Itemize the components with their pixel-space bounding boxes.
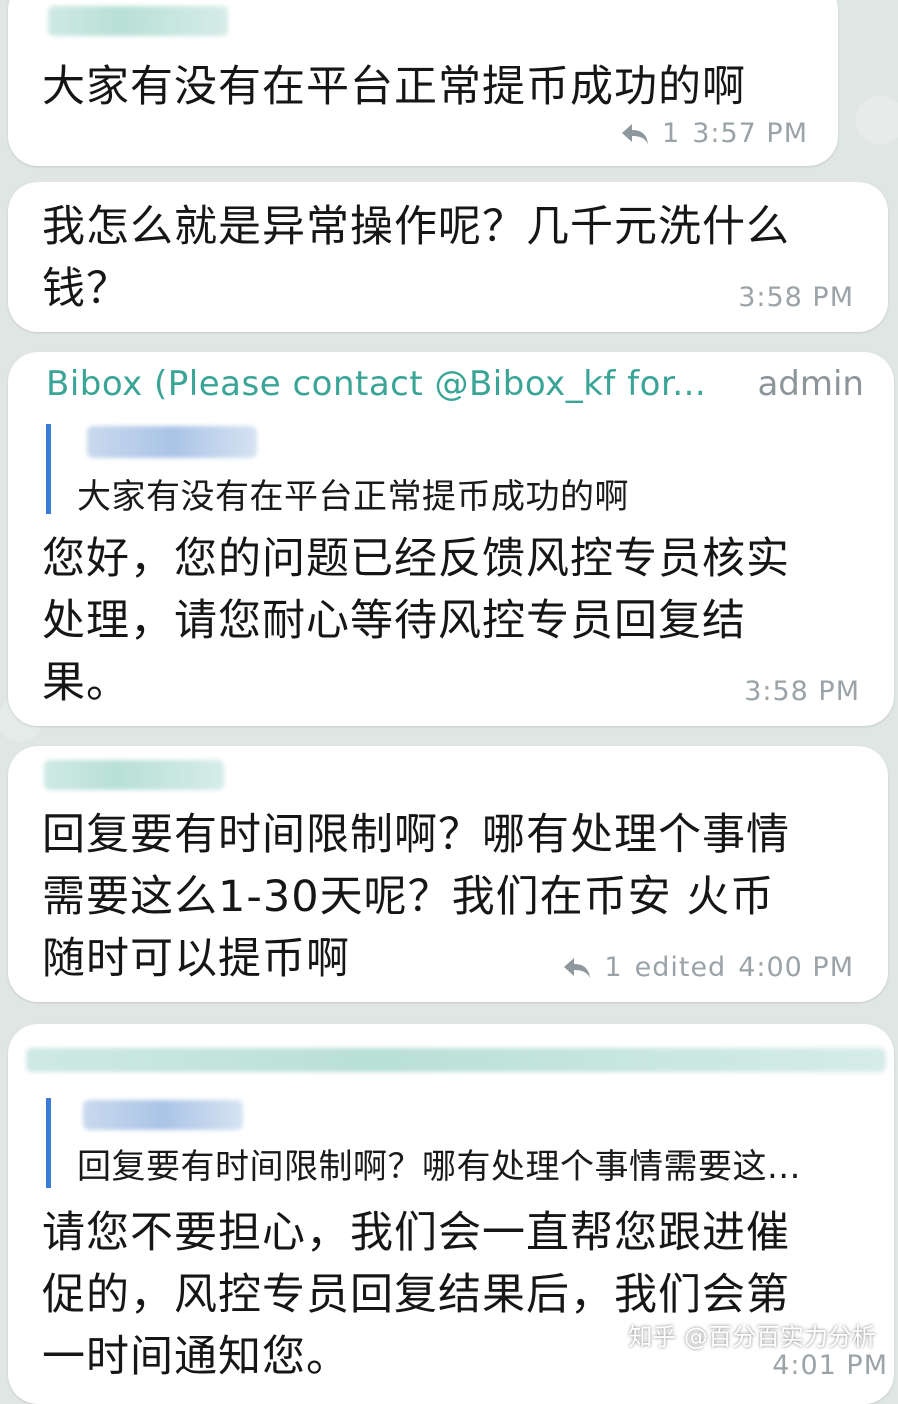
sender-name-blurred <box>44 760 224 790</box>
quote-text: 回复要有时间限制啊？哪有处理个事情需要这... <box>77 1147 801 1187</box>
reply-arrow-icon <box>622 123 649 144</box>
message-time: 4:00 PM <box>738 952 854 983</box>
message-time: 3:57 PM <box>692 118 808 149</box>
reply-count: 1 <box>604 952 623 983</box>
reply-quote[interactable]: 回复要有时间限制啊？哪有处理个事情需要这... <box>46 1098 874 1188</box>
message-meta: 1 edited 4:00 PM <box>562 952 854 983</box>
message-meta: 4:01 PM <box>772 1350 888 1381</box>
quoted-sender-blurred <box>83 1100 243 1130</box>
message-bubble-1[interactable]: 大家有没有在平台正常提币成功的啊 1 3:57 PM <box>8 0 838 166</box>
message-text: 请您不要担心，我们会一直帮您跟进催 促的，风控专员回复结果后，我们会第 一时间通… <box>42 1208 790 1382</box>
reply-quote[interactable]: 大家有没有在平台正常提币成功的啊 <box>46 424 874 517</box>
message-meta: 1 3:57 PM <box>620 118 808 149</box>
message-time: 3:58 PM <box>744 676 860 707</box>
message-text: 您好，您的问题已经反馈风控专员核实 处理，请您耐心等待风控专员回复结 果。 <box>42 534 790 708</box>
message-bubble-3[interactable]: Bibox (Please contact @Bibox_kf for... a… <box>8 352 894 726</box>
sender-name-blurred <box>26 1048 886 1072</box>
reply-arrow-icon <box>564 957 591 978</box>
message-time: 4:01 PM <box>772 1350 888 1381</box>
reply-count: 1 <box>662 118 681 149</box>
message-text: 大家有没有在平台正常提币成功的啊 <box>42 62 746 112</box>
admin-badge: admin <box>757 364 864 404</box>
message-time: 3:58 PM <box>738 282 854 313</box>
message-text: 我怎么就是异常操作呢？几千元洗什么 钱？ <box>42 202 790 314</box>
quote-text: 大家有没有在平台正常提币成功的啊 <box>77 477 629 517</box>
message-bubble-2[interactable]: 我怎么就是异常操作呢？几千元洗什么 钱？ 3:58 PM <box>8 182 888 332</box>
sender-name[interactable]: Bibox (Please contact @Bibox_kf for... <box>46 364 706 404</box>
message-meta: 3:58 PM <box>738 282 854 313</box>
quoted-sender-blurred <box>87 426 257 458</box>
edited-label: edited <box>634 952 727 983</box>
watermark: 知乎 @百分百实力分析 <box>628 1323 876 1351</box>
sender-name-blurred <box>48 6 228 36</box>
message-meta: 3:58 PM <box>744 676 860 707</box>
message-bubble-4[interactable]: 回复要有时间限制啊？哪有处理个事情 需要这么1-30天呢？我们在币安 火币 随时… <box>8 746 888 1002</box>
